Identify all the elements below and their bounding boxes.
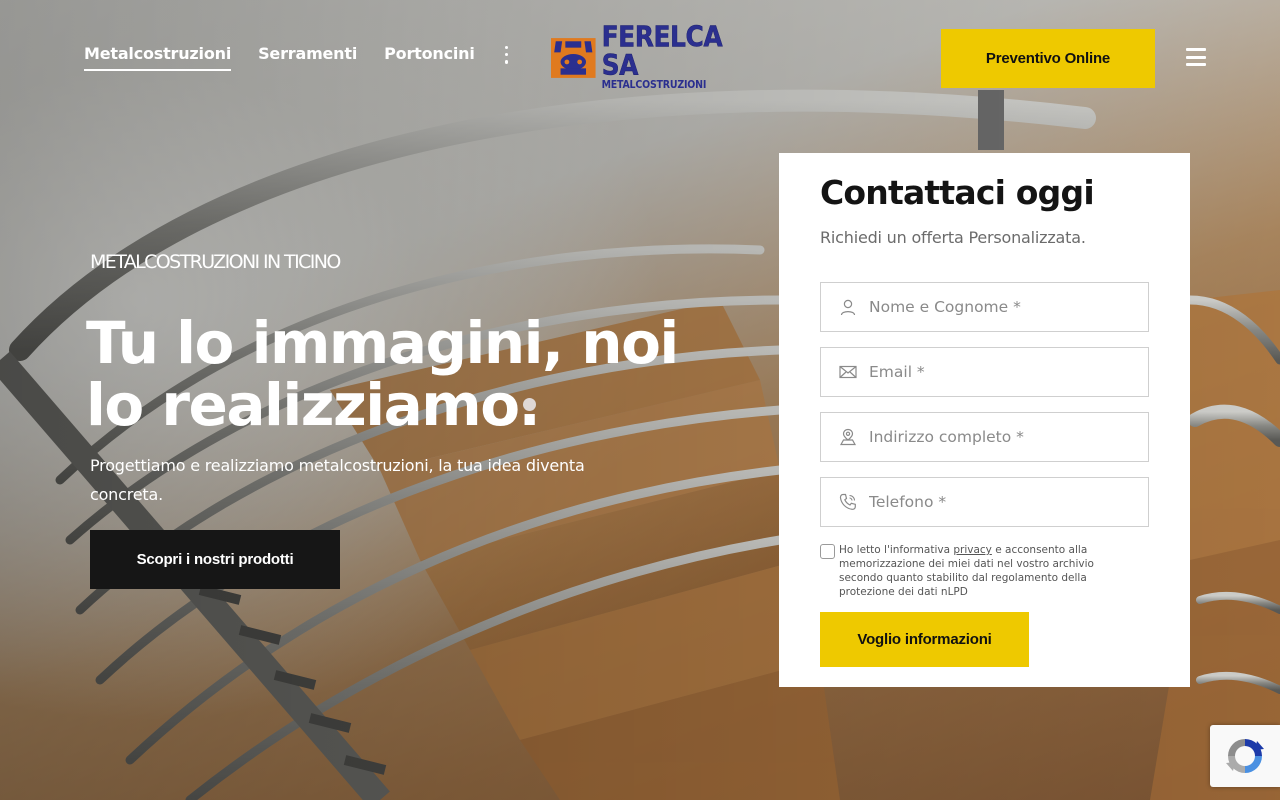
hamburger-menu-icon[interactable] [1186,48,1206,66]
nav-item-serramenti[interactable]: Serramenti [258,44,357,69]
consent-text: Ho letto l'informativa privacy e acconse… [839,543,1139,599]
recaptcha-icon [1226,739,1264,773]
name-field[interactable] [820,282,1149,332]
address-field[interactable] [820,412,1149,462]
privacy-checkbox[interactable] [820,544,835,559]
submit-button[interactable]: Voglio informazioni [820,612,1029,667]
hero-eyebrow: METALCOSTRUZIONI IN TICINO [90,251,341,273]
slider-dot[interactable] [523,398,536,411]
email-input[interactable] [869,363,1129,381]
nav-item-portoncini[interactable]: Portoncini [384,44,475,69]
privacy-consent: Ho letto l'informativa privacy e acconse… [820,543,1149,599]
scopri-prodotti-button[interactable]: Scopri i nostri prodotti [90,530,340,589]
name-input[interactable] [869,298,1129,316]
phone-field[interactable] [820,477,1149,527]
form-title: Contattaci oggi [820,173,1095,212]
map-pin-icon [839,428,857,446]
address-input[interactable] [869,428,1129,446]
preventivo-online-button[interactable]: Preventivo Online [941,29,1155,88]
main-nav: Metalcostruzioni Serramenti Portoncini [84,44,512,71]
company-logo[interactable]: FERELCA SA METALCOSTRUZIONI [551,22,733,90]
logo-name: FERELCA SA [601,19,723,82]
kebab-vertical-icon[interactable] [502,45,512,64]
contact-form-card: Contattaci oggi Richiedi un offerta Pers… [779,153,1190,687]
hero-subtext: Progettiamo e realizziamo metalcostruzio… [90,456,585,504]
email-field[interactable] [820,347,1149,397]
phone-icon [839,493,856,510]
consent-text-before: Ho letto l'informativa [839,544,954,556]
nav-item-metalcostruzioni[interactable]: Metalcostruzioni [84,44,231,71]
logo-emblem-icon [551,38,596,78]
phone-input[interactable] [869,493,1129,511]
privacy-link[interactable]: privacy [953,544,992,556]
envelope-icon [839,365,857,379]
recaptcha-badge[interactable] [1210,725,1280,787]
form-subtitle: Richiedi un offerta Personalizzata. [820,228,1086,247]
user-icon [840,299,856,316]
hero-headline: Tu lo immagini, noi lo realizziamo. [86,309,679,439]
